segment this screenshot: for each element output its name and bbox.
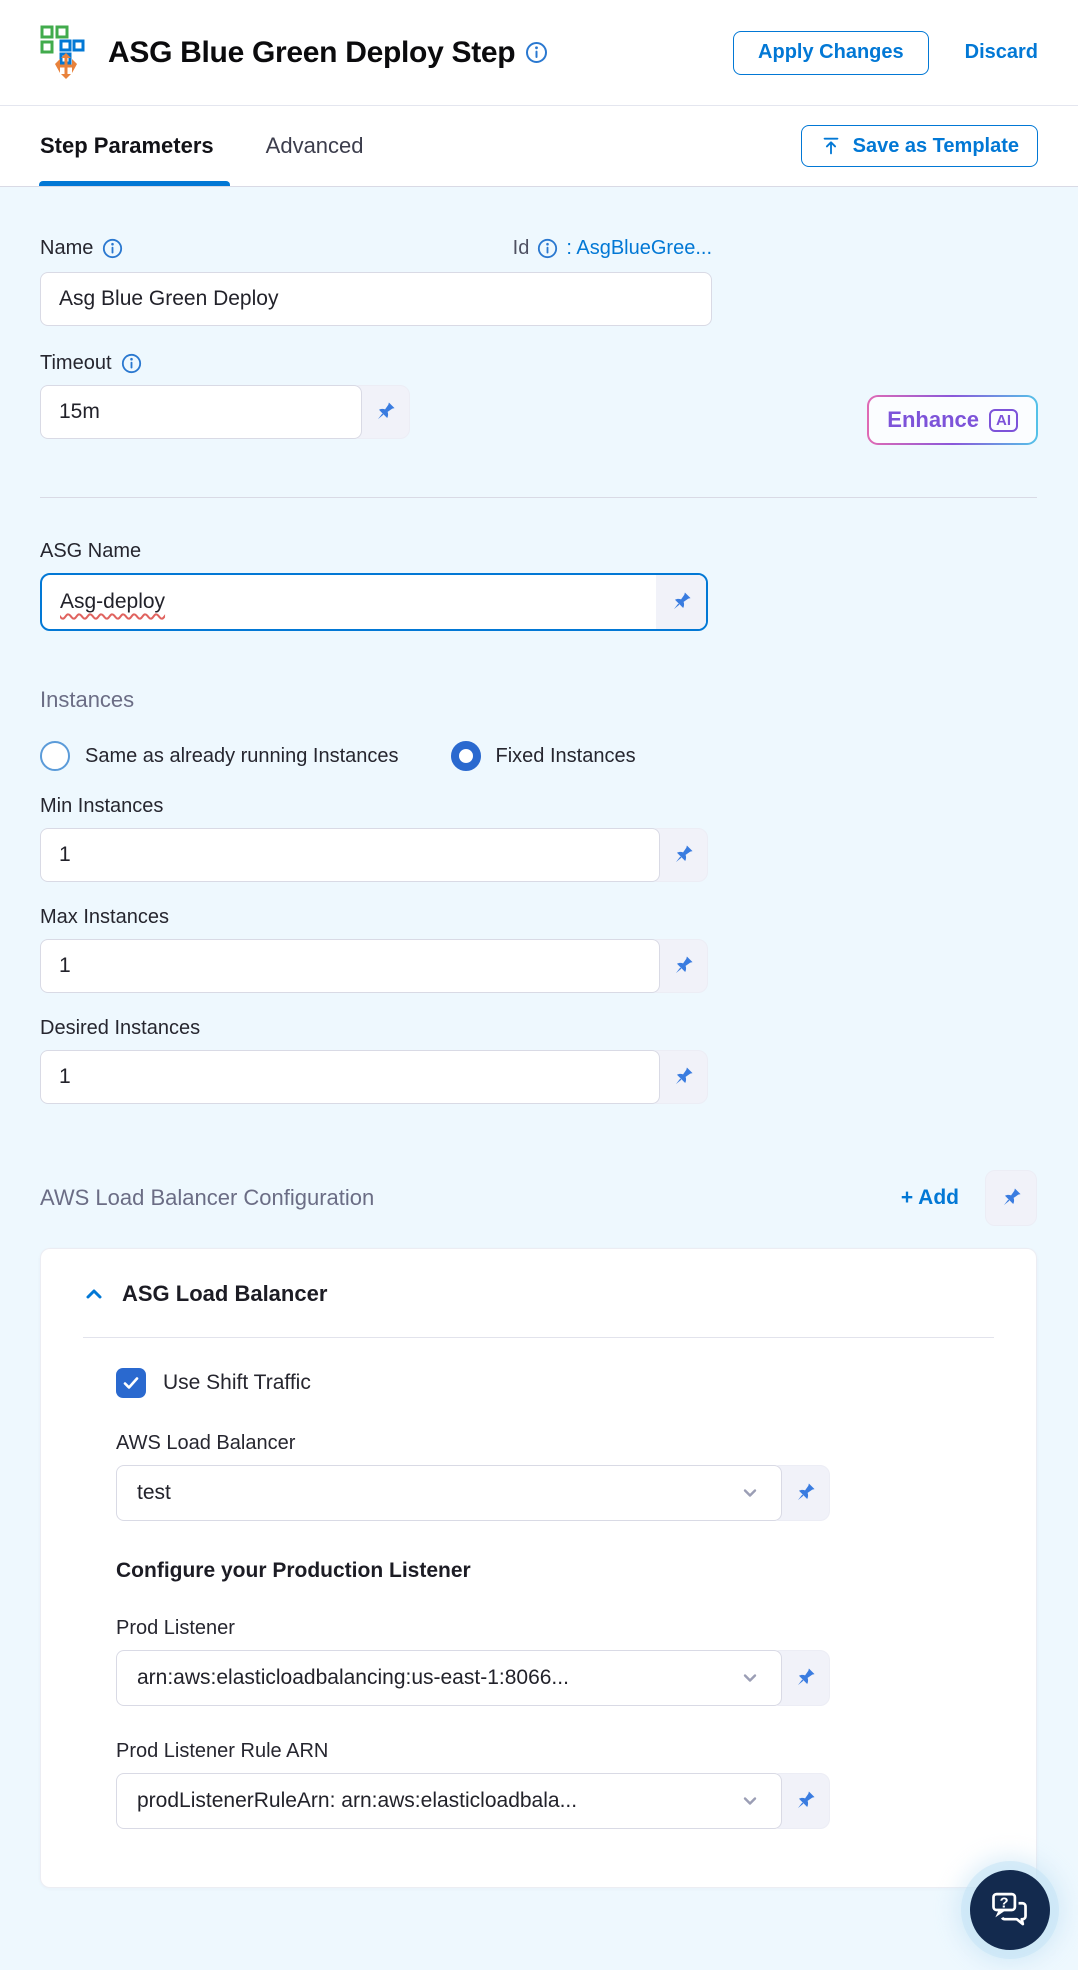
card-divider bbox=[83, 1337, 994, 1338]
timeout-label-wrap: Timeout bbox=[40, 352, 1038, 375]
prod-listener-rule-arn-label: Prod Listener Rule ARN bbox=[116, 1740, 329, 1762]
max-instances-label: Max Instances bbox=[40, 906, 169, 928]
pin-icon bbox=[797, 1668, 815, 1686]
asg-name-control: Asg-deploy bbox=[40, 573, 708, 631]
aws-load-balancer-control: test bbox=[116, 1465, 994, 1521]
help-chat-button[interactable]: ? bbox=[970, 1870, 1050, 1950]
pin-icon bbox=[673, 592, 691, 610]
tab-bar: Step Parameters Advanced Save as Templat… bbox=[0, 106, 1078, 187]
id-info-icon[interactable] bbox=[537, 238, 558, 259]
desired-instances-label: Desired Instances bbox=[40, 1017, 201, 1039]
step-parameters-panel: Enhance AI Name Id: AsgBlueGree... Asg … bbox=[0, 187, 1078, 1888]
radio-same-as-running[interactable]: Same as already running Instances bbox=[40, 741, 399, 771]
name-label: Name bbox=[40, 237, 94, 259]
aws-load-balancer-label: AWS Load Balancer bbox=[116, 1432, 296, 1454]
step-id-block: Id : AsgBlueGree... bbox=[513, 237, 712, 260]
id-label: Id bbox=[512, 237, 530, 259]
configure-production-listener-heading: Configure your Production Listener bbox=[116, 1559, 471, 1582]
instances-radio-group: Same as already running Instances Fixed … bbox=[40, 741, 1038, 771]
section-divider bbox=[40, 497, 1037, 498]
card-body: Use Shift Traffic AWS Load Balancer test bbox=[83, 1368, 994, 1829]
timeout-info-icon[interactable] bbox=[121, 353, 142, 374]
radio-same-as-running-label: Same as already running Instances bbox=[85, 744, 399, 767]
pin-icon bbox=[1003, 1188, 1021, 1206]
radio-unselected-icon bbox=[40, 741, 70, 771]
enhance-ai-button[interactable]: Enhance AI bbox=[867, 395, 1038, 445]
aws-load-balancer-value: test bbox=[137, 1481, 171, 1504]
save-as-template-label: Save as Template bbox=[852, 134, 1019, 157]
prod-listener-rule-arn-select[interactable]: prodListenerRuleArn: arn:aws:elasticload… bbox=[116, 1773, 782, 1829]
pin-icon bbox=[675, 956, 693, 974]
max-instances-group: Max Instances bbox=[40, 906, 1038, 993]
name-info-icon[interactable] bbox=[102, 238, 123, 259]
prod-listener-control: arn:aws:elasticloadbalancing:us-east-1:8… bbox=[116, 1650, 994, 1706]
asg-load-balancer-title: ASG Load Balancer bbox=[122, 1281, 328, 1306]
use-shift-traffic-checkbox-row[interactable]: Use Shift Traffic bbox=[116, 1368, 994, 1398]
asg-name-value: Asg-deploy bbox=[60, 590, 166, 613]
radio-fixed-instances-label: Fixed Instances bbox=[495, 744, 636, 767]
lb-configuration-heading: AWS Load Balancer Configuration bbox=[40, 1185, 375, 1210]
prod-listener-rule-arn-control: prodListenerRuleArn: arn:aws:elasticload… bbox=[116, 1773, 994, 1829]
radio-selected-icon bbox=[450, 741, 481, 771]
header-actions: Apply Changes Discard bbox=[733, 30, 1038, 75]
checkbox-checked-icon bbox=[116, 1368, 146, 1398]
radio-fixed-instances[interactable]: Fixed Instances bbox=[450, 741, 636, 771]
chevron-up-icon bbox=[83, 1283, 105, 1305]
lb-configuration-header: AWS Load Balancer Configuration + Add bbox=[40, 1170, 1037, 1226]
chevron-down-icon bbox=[739, 1790, 761, 1812]
timeout-label: Timeout bbox=[40, 352, 112, 374]
lb-configuration-pin-button[interactable] bbox=[985, 1170, 1037, 1226]
instances-heading: Instances bbox=[40, 687, 135, 712]
min-instances-label: Min Instances bbox=[40, 795, 164, 817]
discard-button[interactable]: Discard bbox=[965, 41, 1038, 64]
aws-load-balancer-select[interactable]: test bbox=[116, 1465, 782, 1521]
asg-load-balancer-toggle[interactable]: ASG Load Balancer bbox=[83, 1281, 994, 1307]
chevron-down-icon bbox=[739, 1482, 761, 1504]
pin-icon bbox=[377, 402, 395, 420]
name-input[interactable] bbox=[40, 272, 712, 326]
prod-listener-value: arn:aws:elasticloadbalancing:us-east-1:8… bbox=[137, 1666, 569, 1689]
desired-instances-input[interactable] bbox=[40, 1050, 660, 1104]
asg-load-balancer-card: ASG Load Balancer Use Shift Traffic AWS … bbox=[40, 1248, 1037, 1888]
timeout-input[interactable] bbox=[40, 385, 362, 439]
asg-name-label: ASG Name bbox=[40, 540, 142, 562]
pin-icon bbox=[675, 845, 693, 863]
save-as-template-button[interactable]: Save as Template bbox=[800, 125, 1038, 167]
asg-name-input[interactable]: Asg-deploy bbox=[42, 575, 656, 629]
tab-advanced-label: Advanced bbox=[265, 133, 364, 158]
id-value: : AsgBlueGree... bbox=[566, 237, 712, 259]
min-instances-input[interactable] bbox=[40, 828, 660, 882]
prod-listener-rule-arn-value: prodListenerRuleArn: arn:aws:elasticload… bbox=[137, 1789, 578, 1812]
tab-advanced[interactable]: Advanced bbox=[266, 106, 364, 186]
step-info-icon[interactable] bbox=[525, 41, 548, 64]
prod-listener-label: Prod Listener bbox=[116, 1617, 235, 1639]
upload-icon bbox=[820, 135, 842, 157]
desired-instances-group: Desired Instances bbox=[40, 1017, 1038, 1104]
asg-blue-green-step-icon bbox=[40, 25, 92, 81]
apply-changes-button[interactable]: Apply Changes bbox=[733, 30, 929, 75]
asg-name-pin-button[interactable] bbox=[656, 575, 706, 629]
header: ASG Blue Green Deploy Step Apply Changes… bbox=[0, 0, 1078, 106]
name-id-row: Name Id : AsgBlueGree... bbox=[40, 237, 712, 260]
svg-text:?: ? bbox=[1000, 1895, 1009, 1911]
use-shift-traffic-label: Use Shift Traffic bbox=[163, 1371, 311, 1394]
pin-icon bbox=[797, 1791, 815, 1809]
add-load-balancer-button[interactable]: + Add bbox=[901, 1186, 959, 1210]
page-title: ASG Blue Green Deploy Step bbox=[108, 35, 516, 69]
pin-icon bbox=[675, 1067, 693, 1085]
pin-icon bbox=[797, 1483, 815, 1501]
tab-step-parameters-label: Step Parameters bbox=[40, 133, 214, 158]
prod-listener-select[interactable]: arn:aws:elasticloadbalancing:us-east-1:8… bbox=[116, 1650, 782, 1706]
chat-help-icon: ? bbox=[988, 1888, 1032, 1932]
asg-name-group: ASG Name Asg-deploy bbox=[40, 540, 1038, 631]
enhance-label: Enhance bbox=[887, 407, 979, 432]
min-instances-group: Min Instances bbox=[40, 795, 1038, 882]
name-label-wrap: Name bbox=[40, 237, 123, 260]
tab-step-parameters[interactable]: Step Parameters bbox=[39, 106, 230, 186]
ai-badge-icon: AI bbox=[989, 408, 1018, 432]
chevron-down-icon bbox=[739, 1667, 761, 1689]
max-instances-input[interactable] bbox=[40, 939, 660, 993]
